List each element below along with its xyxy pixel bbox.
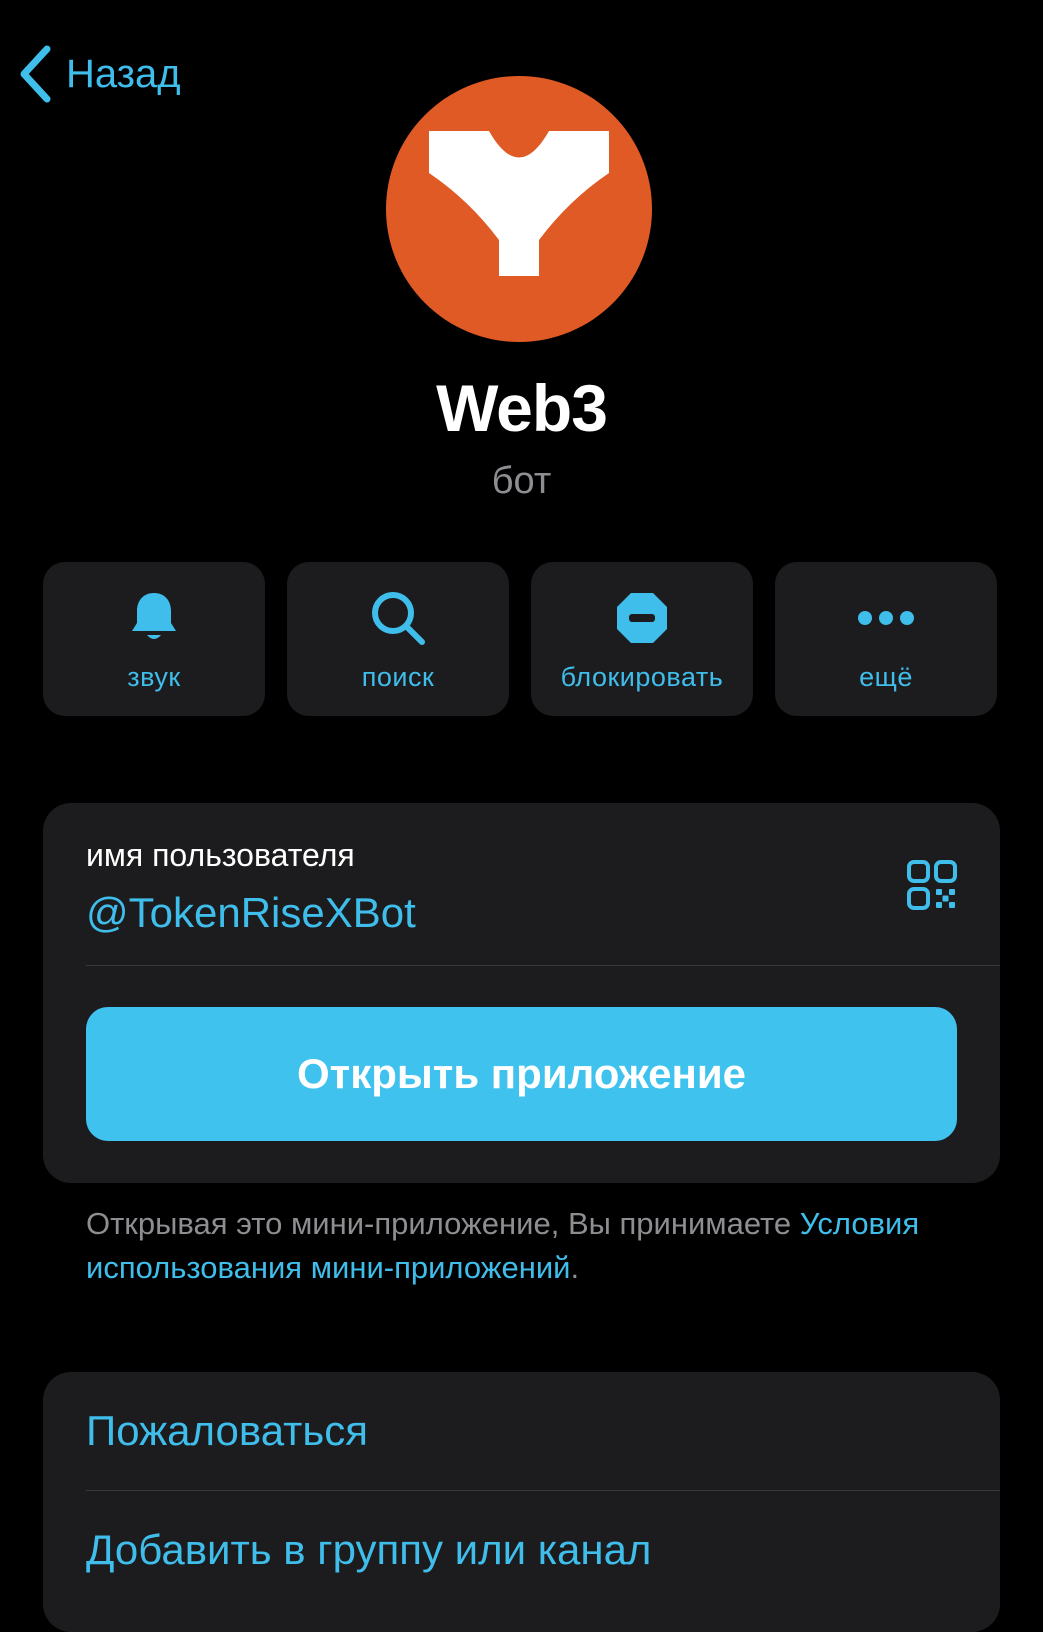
open-app-button[interactable]: Открыть приложение <box>86 1007 957 1141</box>
username-handle[interactable]: @TokenRiseXBot <box>86 889 416 937</box>
action-bar: звук поиск блокировать ещё <box>43 562 997 716</box>
terms-suffix: . <box>570 1250 580 1285</box>
web3-logo-icon <box>429 131 609 276</box>
more-label: ещё <box>859 662 913 692</box>
search-icon <box>287 590 509 646</box>
terms-prefix: Открывая это мини-приложение, Вы принима… <box>86 1206 800 1241</box>
back-label: Назад <box>66 51 181 96</box>
terms-text: Открывая это мини-приложение, Вы принима… <box>86 1202 986 1290</box>
sound-button[interactable]: звук <box>43 562 265 716</box>
add-to-group-button[interactable]: Добавить в группу или канал <box>86 1491 651 1609</box>
profile-subtitle: бот <box>491 460 552 502</box>
avatar <box>386 76 652 342</box>
block-icon <box>531 590 753 646</box>
username-card: имя пользователя @TokenRiseXBot Открыть … <box>43 803 1000 1183</box>
sound-label: звук <box>127 662 181 692</box>
actions-card: Пожаловаться Добавить в группу или канал <box>43 1372 1000 1632</box>
divider <box>86 965 1000 966</box>
chevron-left-icon <box>18 44 52 104</box>
block-button[interactable]: блокировать <box>531 562 753 716</box>
username-caption: имя пользователя <box>86 837 355 873</box>
bell-icon <box>43 590 265 646</box>
back-button[interactable]: Назад <box>18 44 181 104</box>
block-label: блокировать <box>560 662 724 692</box>
qr-code-icon[interactable] <box>906 859 958 916</box>
search-button[interactable]: поиск <box>287 562 509 716</box>
profile-name: Web3 <box>436 371 608 445</box>
more-button[interactable]: ещё <box>775 562 997 716</box>
report-button[interactable]: Пожаловаться <box>86 1372 368 1490</box>
more-icon <box>775 590 997 646</box>
search-label: поиск <box>361 662 435 692</box>
